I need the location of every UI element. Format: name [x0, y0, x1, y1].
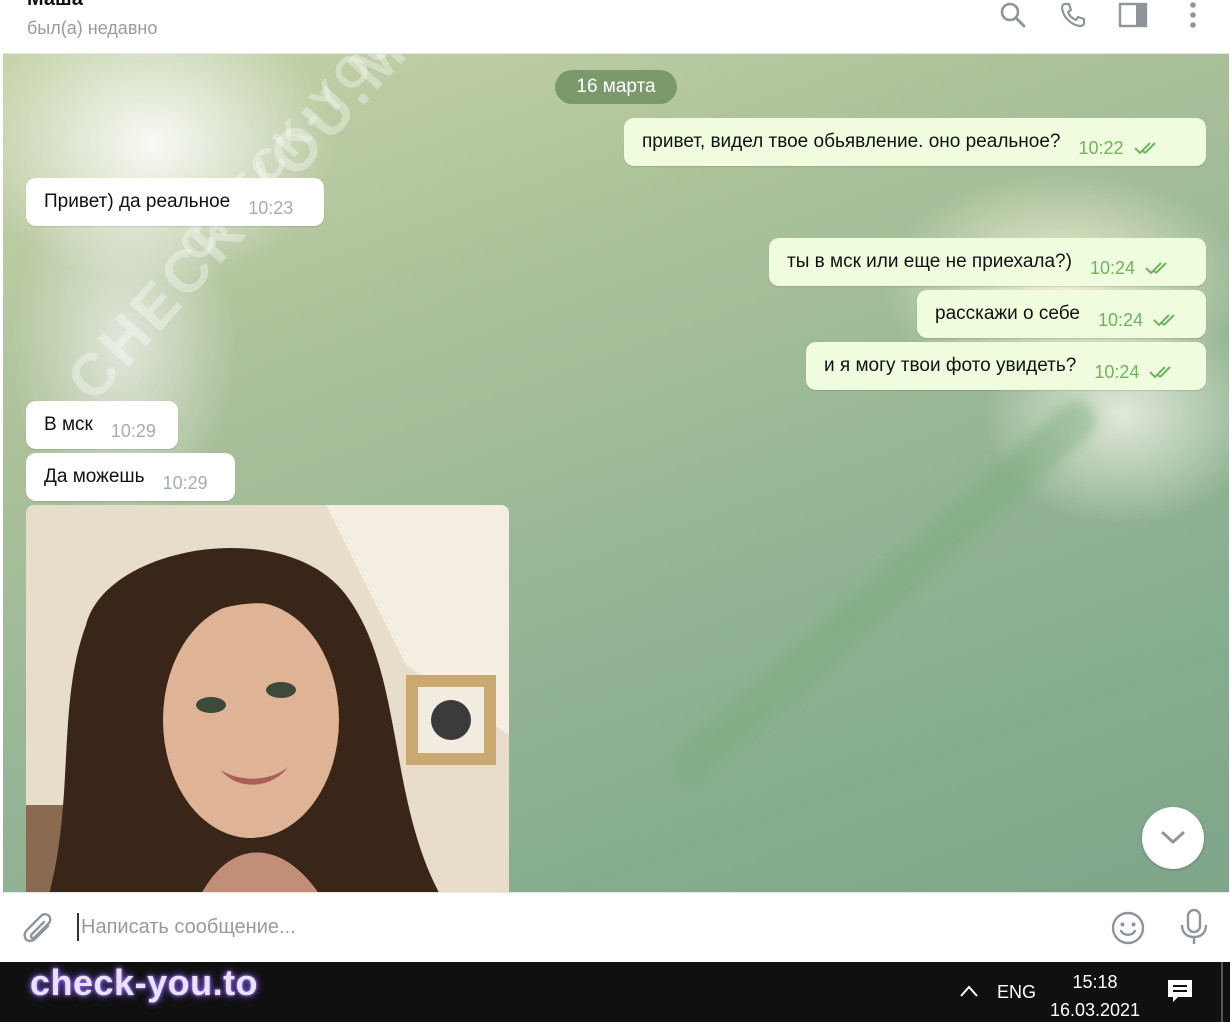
message-time: 10:29 [162, 472, 208, 493]
attach-icon[interactable] [21, 909, 57, 949]
clock-date: 16.03.2021 [1049, 1000, 1141, 1020]
message-text: и я могу твои фото увидеть? [824, 355, 1077, 376]
message-text: Привет) да реальное [44, 191, 231, 212]
message-composer [3, 892, 1229, 962]
brand-watermark: check-you.to [30, 962, 259, 1003]
watermark: CHECK-YOU.ME [53, 54, 451, 414]
message-outgoing[interactable]: привет, видел твое обьявление. оно реаль… [624, 118, 1206, 166]
message-input[interactable] [81, 911, 1061, 943]
photo-message[interactable] [26, 505, 509, 892]
message-incoming[interactable]: Да можешь 10:29 [26, 453, 235, 501]
microphone-icon[interactable] [1177, 907, 1211, 947]
message-time: 10:22 [1078, 137, 1124, 158]
keyboard-language[interactable]: ENG [997, 982, 1036, 1003]
message-text: ты в мск или еще не приехала?) [787, 251, 1072, 272]
notification-icon[interactable] [1166, 978, 1194, 1004]
background-flower-stem [661, 391, 1105, 797]
message-outgoing[interactable]: и я могу твои фото увидеть? 10:24 [806, 342, 1206, 390]
contact-status: был(а) недавно [27, 18, 158, 38]
double-check-icon [1153, 314, 1175, 327]
message-outgoing[interactable]: ты в мск или еще не приехала?) 10:24 [769, 238, 1206, 286]
tray-chevron-up-icon[interactable] [958, 982, 980, 1000]
clock-time: 15:18 [1072, 972, 1118, 992]
search-icon[interactable] [997, 0, 1029, 30]
message-text: расскажи о себе [935, 303, 1080, 324]
chat-header: Маша был(а) недавно [3, 0, 1229, 54]
system-clock[interactable]: 15:18 16.03.2021 [1040, 968, 1150, 1022]
message-time: 10:24 [1094, 361, 1140, 382]
photo-content [26, 505, 509, 892]
message-time: 10:24 [1097, 309, 1144, 330]
telegram-window: Маша был(а) недавно CHECK-YOU.ME CHECK-Y… [0, 0, 1230, 1022]
double-check-icon [1149, 366, 1172, 379]
contact-name[interactable]: Маша [27, 0, 83, 11]
text-cursor [77, 913, 79, 941]
message-incoming[interactable]: В мск 10:29 [26, 401, 178, 449]
message-outgoing[interactable]: расскажи о себе 10:24 [917, 290, 1206, 338]
show-desktop-divider[interactable] [1221, 962, 1223, 1022]
message-text: привет, видел твое обьявление. оно реаль… [642, 131, 1061, 152]
chevron-down-icon [1161, 831, 1185, 844]
message-text: Да можешь [44, 466, 145, 487]
header-actions [997, 0, 1209, 30]
chat-history[interactable]: CHECK-YOU.ME CHECK-YOU.ME 16 марта приве… [3, 54, 1229, 892]
message-time: 10:24 [1089, 257, 1135, 278]
date-divider: 16 марта [555, 70, 677, 104]
message-incoming[interactable]: Привет) да реальное 10:23 [26, 178, 324, 226]
message-time: 10:29 [110, 420, 156, 441]
double-check-icon [1133, 142, 1156, 155]
emoji-icon[interactable] [1109, 909, 1147, 947]
double-check-icon [1145, 262, 1167, 275]
message-time: 10:23 [248, 197, 294, 218]
phone-icon[interactable] [1057, 0, 1089, 30]
sidebar-toggle-icon[interactable] [1117, 0, 1149, 30]
scroll-down-button[interactable] [1142, 807, 1204, 869]
message-text: В мск [44, 414, 93, 435]
more-icon[interactable] [1177, 0, 1209, 30]
windows-taskbar: check-you.to ENG 15:18 16.03.2021 [0, 962, 1230, 1022]
